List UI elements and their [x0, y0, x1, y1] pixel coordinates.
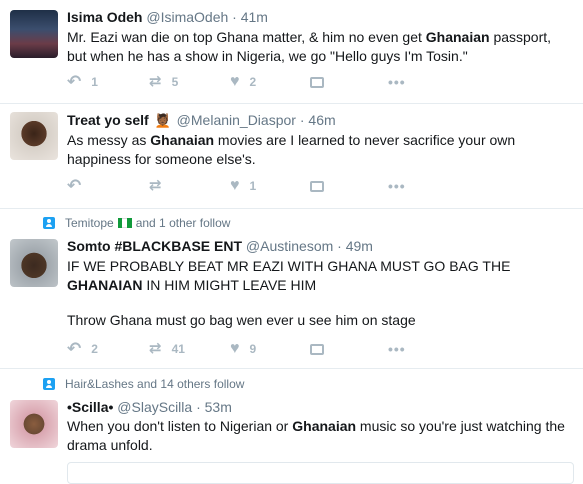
retweet-icon: ⇄ [149, 177, 162, 194]
reply-button[interactable]: ↶ 1 [67, 72, 98, 91]
separator-dot: · [196, 399, 201, 415]
context-text: and 1 other follow [135, 216, 231, 230]
display-name[interactable]: Treat yo self [67, 112, 149, 128]
more-button[interactable]: ••• [388, 178, 406, 194]
tweet-text: When you don't listen to Nigerian or Gha… [67, 417, 572, 455]
highlighted-keyword: Ghanaian [150, 132, 215, 148]
separator-dot: · [232, 9, 237, 25]
like-count: 2 [249, 75, 257, 89]
highlighted-keyword: Ghanaian [292, 418, 357, 434]
retweet-button[interactable]: ⇄ [149, 178, 172, 194]
tweet-text-segment: Mr. Eazi wan die on top Ghana matter, & … [67, 29, 426, 45]
user-handle[interactable]: @Melanin_Diaspor [177, 112, 296, 128]
like-count: 1 [249, 179, 257, 193]
direct-message-icon [310, 76, 324, 88]
display-name[interactable]: Somto #BLACKBASE ENT [67, 238, 242, 254]
name-emoji: 💆🏾 [154, 113, 171, 128]
tweet-actions: ↶ 2 ⇄ 41 ♥ 9 ••• [67, 339, 427, 358]
more-icon: ••• [388, 178, 406, 194]
highlighted-keyword: GHANAIAN [67, 277, 143, 293]
tweet-text-segment: IF WE PROBABLY BEAT MR EAZI WITH GHANA M… [67, 258, 511, 274]
context-text: Hair&Lashes and 14 others follow [65, 377, 245, 391]
tweet-actions: ↶ 1 ⇄ 5 ♥ 2 ••• [67, 72, 427, 91]
timestamp[interactable]: 46m [308, 112, 335, 128]
like-button[interactable]: ♥ 2 [230, 74, 256, 90]
reply-icon: ↶ [67, 339, 82, 358]
tweet-header: Treat yo self 💆🏾 @Melanin_Diaspor · 46m [67, 112, 336, 129]
tweet-text-segment: When you don't listen to Nigerian or [67, 418, 293, 434]
display-name[interactable]: Isima Odeh [67, 9, 142, 25]
like-button[interactable]: ♥ 9 [230, 341, 256, 357]
social-context: Temitope and 1 other follow [43, 216, 230, 230]
reply-button[interactable]: ↶ [67, 176, 91, 195]
retweet-button[interactable]: ⇄ 5 [149, 74, 178, 90]
avatar[interactable] [10, 400, 58, 448]
timestamp[interactable]: 49m [346, 238, 373, 254]
tweet-text: Mr. Eazi wan die on top Ghana matter, & … [67, 28, 572, 66]
more-button[interactable]: ••• [388, 341, 406, 357]
tweet-text-segment: As messy as [67, 132, 151, 148]
like-count: 9 [249, 342, 257, 356]
avatar[interactable] [10, 10, 58, 58]
tweet-text: IF WE PROBABLY BEAT MR EAZI WITH GHANA M… [67, 257, 572, 295]
avatar[interactable] [10, 239, 58, 287]
direct-message-icon [310, 180, 324, 192]
tweet-header: Somto #BLACKBASE ENT @Austinesom · 49m [67, 238, 373, 254]
tweet[interactable]: Treat yo self 💆🏾 @Melanin_Diaspor · 46m … [0, 103, 583, 209]
user-handle[interactable]: @SlayScilla [117, 399, 192, 415]
tweet[interactable]: Isima Odeh @IsimaOdeh · 41m Mr. Eazi wan… [0, 0, 583, 104]
heart-icon: ♥ [230, 340, 240, 357]
separator-dot: · [337, 238, 342, 254]
direct-message-button[interactable] [310, 178, 324, 194]
timestamp[interactable]: 53m [205, 399, 232, 415]
reply-icon: ↶ [67, 176, 82, 195]
user-handle[interactable]: @IsimaOdeh [146, 9, 228, 25]
separator-dot: · [299, 112, 305, 128]
tweet-header: •Scilla• @SlayScilla · 53m [67, 399, 232, 415]
tweet[interactable]: Hair&Lashes and 14 others follow •Scilla… [0, 368, 583, 472]
more-icon: ••• [388, 341, 406, 357]
retweet-count: 5 [171, 75, 179, 89]
retweet-count: 41 [171, 342, 185, 356]
timestamp[interactable]: 41m [241, 9, 268, 25]
user-handle[interactable]: @Austinesom [246, 238, 333, 254]
tweet-actions: ↶ ⇄ ♥ 1 ••• [67, 176, 427, 195]
follow-icon [43, 217, 55, 229]
context-user[interactable]: Temitope [65, 216, 114, 230]
retweet-icon: ⇄ [149, 73, 162, 90]
direct-message-button[interactable] [310, 74, 324, 90]
retweet-button[interactable]: ⇄ 41 [149, 341, 185, 357]
direct-message-button[interactable] [310, 341, 324, 357]
retweet-icon: ⇄ [149, 340, 162, 357]
heart-icon: ♥ [230, 177, 240, 194]
tweet-text: As messy as Ghanaian movies are I learne… [67, 131, 572, 169]
tweet[interactable]: Temitope and 1 other follow Somto #BLACK… [0, 208, 583, 369]
more-icon: ••• [388, 74, 406, 90]
reply-count: 1 [91, 75, 98, 89]
heart-icon: ♥ [230, 73, 240, 90]
quoted-tweet-card[interactable] [67, 462, 574, 484]
tweet-text-second-paragraph: Throw Ghana must go bag wen ever u see h… [67, 312, 416, 328]
display-name[interactable]: •Scilla• [67, 399, 113, 415]
direct-message-icon [310, 343, 324, 355]
like-button[interactable]: ♥ 1 [230, 178, 256, 194]
avatar[interactable] [10, 112, 58, 160]
reply-count: 2 [91, 342, 98, 356]
social-context: Hair&Lashes and 14 others follow [43, 377, 244, 391]
tweet-text-segment: IN HIM MIGHT LEAVE HIM [142, 277, 317, 293]
reply-icon: ↶ [67, 72, 82, 91]
reply-button[interactable]: ↶ 2 [67, 339, 98, 358]
tweet-header: Isima Odeh @IsimaOdeh · 41m [67, 9, 268, 25]
highlighted-keyword: Ghanaian [425, 29, 490, 45]
nigeria-flag-icon [117, 218, 132, 228]
follow-icon [43, 378, 55, 390]
more-button[interactable]: ••• [388, 74, 406, 90]
